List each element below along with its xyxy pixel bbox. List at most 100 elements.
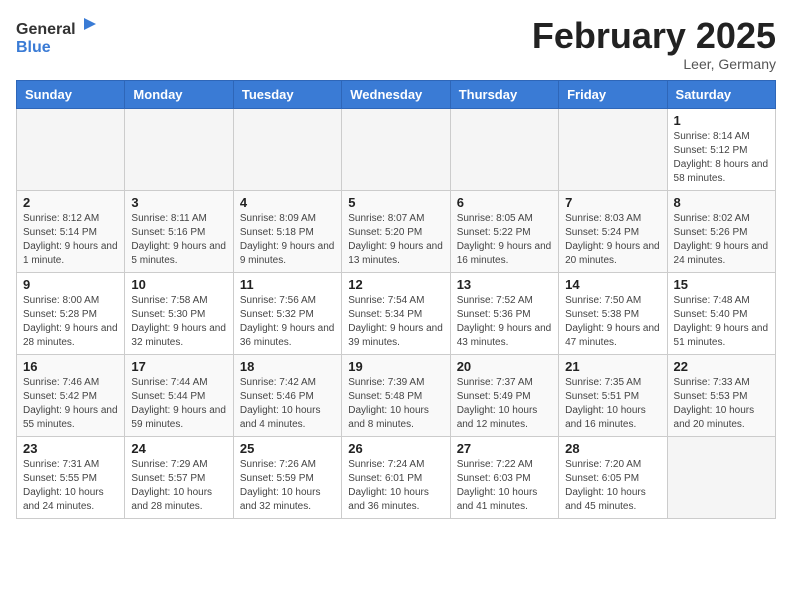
day-info: Sunrise: 8:05 AM Sunset: 5:22 PM Dayligh… [457,212,552,268]
day-number: 2 [23,195,118,210]
calendar-cell: 7 Sunrise: 8:03 AM Sunset: 5:24 PM Daylig… [559,190,667,272]
day-info: Sunrise: 7:22 AM Sunset: 6:03 PM Dayligh… [457,458,552,514]
month-title: February 2025 [532,16,776,56]
day-info: Sunrise: 7:26 AM Sunset: 5:59 PM Dayligh… [240,458,335,514]
day-number: 6 [457,195,552,210]
calendar-week-3: 9Sunrise: 8:00 AM Sunset: 5:28 PM Daylig… [17,272,776,354]
day-number: 28 [565,441,660,456]
day-number: 1 [674,113,769,128]
day-info: Sunrise: 8:09 AM Sunset: 5:18 PM Dayligh… [240,212,335,268]
calendar-cell [125,108,233,190]
day-number: 7 [565,195,660,210]
day-info: Sunrise: 7:39 AM Sunset: 5:48 PM Dayligh… [348,376,443,432]
logo-svg: GeneralBlue [16,16,96,58]
calendar-week-1: 1 Sunrise: 8:14 AM Sunset: 5:12 PM Daylig… [17,108,776,190]
calendar-cell: 19 Sunrise: 7:39 AM Sunset: 5:48 PM Dayli… [342,354,450,436]
calendar-header-friday: Friday [559,80,667,108]
day-info: Sunrise: 7:31 AM Sunset: 5:55 PM Dayligh… [23,458,118,514]
day-info: Sunrise: 7:42 AM Sunset: 5:46 PM Dayligh… [240,376,335,432]
calendar-cell: 9Sunrise: 8:00 AM Sunset: 5:28 PM Daylig… [17,272,125,354]
day-info: Sunrise: 7:20 AM Sunset: 6:05 PM Dayligh… [565,458,660,514]
calendar-week-2: 2 Sunrise: 8:12 AM Sunset: 5:14 PM Daylig… [17,190,776,272]
svg-text:Blue: Blue [16,39,51,56]
day-info: Sunrise: 7:56 AM Sunset: 5:32 PM Dayligh… [240,294,335,350]
day-number: 15 [674,277,769,292]
calendar-cell [667,436,775,518]
day-info: Sunrise: 7:44 AM Sunset: 5:44 PM Dayligh… [131,376,226,432]
day-number: 4 [240,195,335,210]
day-number: 23 [23,441,118,456]
day-number: 11 [240,277,335,292]
calendar-cell: 28 Sunrise: 7:20 AM Sunset: 6:05 PM Dayli… [559,436,667,518]
day-number: 20 [457,359,552,374]
calendar-cell: 3 Sunrise: 8:11 AM Sunset: 5:16 PM Daylig… [125,190,233,272]
calendar-week-4: 16 Sunrise: 7:46 AM Sunset: 5:42 PM Dayli… [17,354,776,436]
calendar-cell: 22 Sunrise: 7:33 AM Sunset: 5:53 PM Dayli… [667,354,775,436]
calendar-cell: 8 Sunrise: 8:02 AM Sunset: 5:26 PM Daylig… [667,190,775,272]
day-info: Sunrise: 8:14 AM Sunset: 5:12 PM Dayligh… [674,130,769,186]
calendar-cell [450,108,558,190]
calendar-cell: 6 Sunrise: 8:05 AM Sunset: 5:22 PM Daylig… [450,190,558,272]
calendar-header-row: SundayMondayTuesdayWednesdayThursdayFrid… [17,80,776,108]
calendar-cell: 5 Sunrise: 8:07 AM Sunset: 5:20 PM Daylig… [342,190,450,272]
calendar-cell: 4 Sunrise: 8:09 AM Sunset: 5:18 PM Daylig… [233,190,341,272]
calendar-header-thursday: Thursday [450,80,558,108]
calendar-cell: 12Sunrise: 7:54 AM Sunset: 5:34 PM Dayli… [342,272,450,354]
day-number: 22 [674,359,769,374]
day-number: 10 [131,277,226,292]
calendar-header-monday: Monday [125,80,233,108]
day-info: Sunrise: 8:03 AM Sunset: 5:24 PM Dayligh… [565,212,660,268]
day-number: 8 [674,195,769,210]
day-number: 5 [348,195,443,210]
logo: GeneralBlue [16,16,96,58]
day-info: Sunrise: 7:50 AM Sunset: 5:38 PM Dayligh… [565,294,660,350]
calendar-cell: 14 Sunrise: 7:50 AM Sunset: 5:38 PM Dayli… [559,272,667,354]
day-number: 17 [131,359,226,374]
calendar-cell [233,108,341,190]
day-info: Sunrise: 7:24 AM Sunset: 6:01 PM Dayligh… [348,458,443,514]
day-number: 27 [457,441,552,456]
calendar-cell: 2 Sunrise: 8:12 AM Sunset: 5:14 PM Daylig… [17,190,125,272]
day-number: 18 [240,359,335,374]
day-info: Sunrise: 7:35 AM Sunset: 5:51 PM Dayligh… [565,376,660,432]
day-number: 14 [565,277,660,292]
day-info: Sunrise: 7:58 AM Sunset: 5:30 PM Dayligh… [131,294,226,350]
calendar-header-sunday: Sunday [17,80,125,108]
day-number: 19 [348,359,443,374]
day-info: Sunrise: 7:33 AM Sunset: 5:53 PM Dayligh… [674,376,769,432]
calendar-cell: 25 Sunrise: 7:26 AM Sunset: 5:59 PM Dayli… [233,436,341,518]
calendar-cell: 15 Sunrise: 7:48 AM Sunset: 5:40 PM Dayli… [667,272,775,354]
day-number: 25 [240,441,335,456]
calendar-cell: 13Sunrise: 7:52 AM Sunset: 5:36 PM Dayli… [450,272,558,354]
day-number: 12 [348,277,443,292]
day-number: 16 [23,359,118,374]
location: Leer, Germany [532,56,776,72]
day-number: 13 [457,277,552,292]
day-info: Sunrise: 7:37 AM Sunset: 5:49 PM Dayligh… [457,376,552,432]
calendar-cell: 27 Sunrise: 7:22 AM Sunset: 6:03 PM Dayli… [450,436,558,518]
day-number: 24 [131,441,226,456]
day-info: Sunrise: 8:00 AM Sunset: 5:28 PM Dayligh… [23,294,118,350]
day-info: Sunrise: 8:12 AM Sunset: 5:14 PM Dayligh… [23,212,118,268]
calendar-cell: 1 Sunrise: 8:14 AM Sunset: 5:12 PM Daylig… [667,108,775,190]
calendar-cell: 26Sunrise: 7:24 AM Sunset: 6:01 PM Dayli… [342,436,450,518]
svg-text:General: General [16,21,76,38]
calendar-cell [17,108,125,190]
calendar-header-saturday: Saturday [667,80,775,108]
day-number: 3 [131,195,226,210]
day-info: Sunrise: 7:29 AM Sunset: 5:57 PM Dayligh… [131,458,226,514]
calendar-cell: 17 Sunrise: 7:44 AM Sunset: 5:44 PM Dayli… [125,354,233,436]
day-info: Sunrise: 7:46 AM Sunset: 5:42 PM Dayligh… [23,376,118,432]
calendar-header-tuesday: Tuesday [233,80,341,108]
calendar-cell [342,108,450,190]
calendar-cell: 16 Sunrise: 7:46 AM Sunset: 5:42 PM Dayli… [17,354,125,436]
calendar-cell [559,108,667,190]
day-info: Sunrise: 8:02 AM Sunset: 5:26 PM Dayligh… [674,212,769,268]
day-info: Sunrise: 7:48 AM Sunset: 5:40 PM Dayligh… [674,294,769,350]
calendar-cell: 10 Sunrise: 7:58 AM Sunset: 5:30 PM Dayli… [125,272,233,354]
day-info: Sunrise: 8:11 AM Sunset: 5:16 PM Dayligh… [131,212,226,268]
calendar-table: SundayMondayTuesdayWednesdayThursdayFrid… [16,80,776,519]
calendar-cell: 18 Sunrise: 7:42 AM Sunset: 5:46 PM Dayli… [233,354,341,436]
day-info: Sunrise: 8:07 AM Sunset: 5:20 PM Dayligh… [348,212,443,268]
page-header: GeneralBlue February 2025 Leer, Germany [16,16,776,72]
